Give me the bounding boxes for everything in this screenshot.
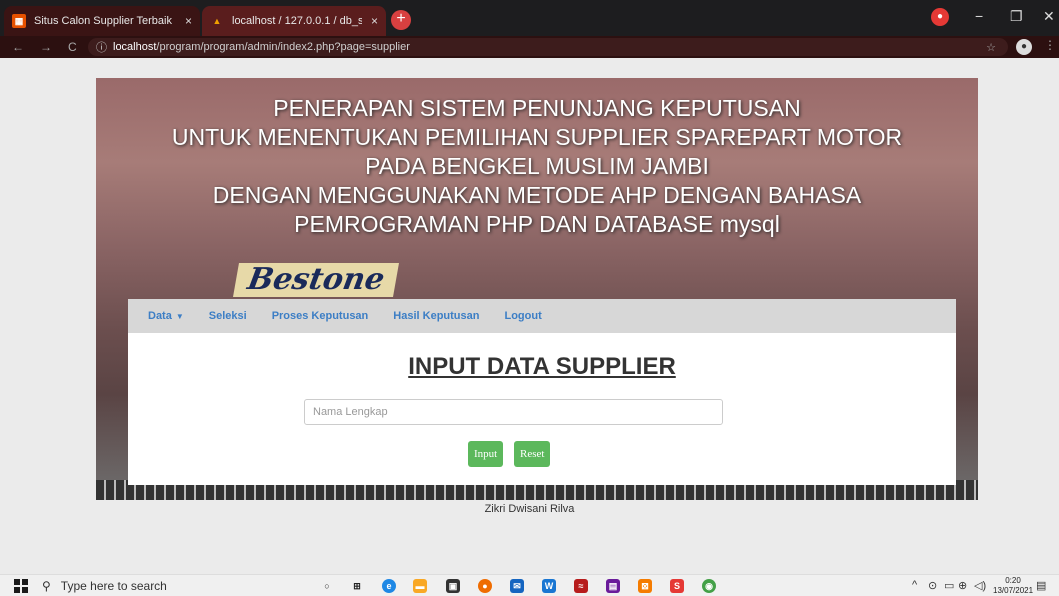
task-view-icon[interactable]: ⊞: [350, 579, 364, 593]
nav-data-dropdown[interactable]: Data ▼: [148, 310, 184, 322]
tab-phpmyadmin[interactable]: ▲ localhost / 127.0.0.1 / db_supplie ×: [202, 6, 386, 36]
volume-icon[interactable]: ◁): [974, 579, 986, 592]
app-icon[interactable]: ≈: [574, 579, 588, 593]
banner-title: PENERAPAN SISTEM PENUNJANG KEPUTUSAN UNT…: [96, 94, 978, 239]
file-explorer-icon[interactable]: ▬: [413, 579, 427, 593]
input-button[interactable]: Input: [468, 441, 504, 467]
battery-icon[interactable]: ▭: [944, 579, 954, 592]
winrar-icon[interactable]: ▤: [606, 579, 620, 593]
chrome-icon[interactable]: ◉: [702, 579, 716, 593]
firefox-icon[interactable]: ●: [478, 579, 492, 593]
browser-toolbar: ← → C ⓘ localhost /program/program/admin…: [0, 36, 1059, 58]
close-tab-icon[interactable]: ×: [371, 14, 378, 28]
url-host: localhost: [113, 41, 157, 53]
cortana-icon[interactable]: ○: [320, 579, 334, 593]
tab-title: localhost / 127.0.0.1 / db_supplie: [232, 15, 362, 27]
edge-icon[interactable]: e: [382, 579, 396, 593]
address-bar[interactable]: ⓘ localhost /program/program/admin/index…: [88, 38, 1008, 56]
search-icon: ⚲: [42, 579, 51, 593]
close-tab-icon[interactable]: ×: [185, 14, 192, 28]
back-icon[interactable]: ←: [12, 40, 28, 54]
close-window-button[interactable]: ✕: [1043, 8, 1055, 25]
reset-button[interactable]: Reset: [514, 441, 551, 467]
banner-background-logo: Bestone: [233, 262, 399, 297]
url-path: /program/program/admin/index2.php?page=s…: [156, 41, 410, 53]
banner-line: UNTUK MENENTUKAN PEMILIHAN SUPPLIER SPAR…: [171, 124, 903, 150]
windows-start-icon[interactable]: [14, 579, 28, 593]
phpmyadmin-favicon: ▲: [212, 16, 222, 26]
nav-proses-keputusan[interactable]: Proses Keputusan: [272, 310, 369, 322]
footer-author: Zikri Dwisani Rilva: [484, 503, 575, 515]
store-icon[interactable]: ▣: [446, 579, 460, 593]
bookmark-star-icon[interactable]: ☆: [986, 41, 996, 54]
banner-line: PADA BENGKEL MUSLIM JAMBI: [365, 153, 709, 179]
restore-button[interactable]: ❐: [1010, 8, 1023, 25]
profile-avatar-icon[interactable]: ●: [1016, 39, 1032, 55]
xampp-icon[interactable]: ⊠: [638, 579, 652, 593]
tab-situs-calon-supplier[interactable]: ▦ Situs Calon Supplier Terbaik ×: [4, 6, 200, 36]
new-tab-button[interactable]: +: [391, 10, 411, 30]
reload-icon[interactable]: C: [68, 40, 84, 54]
minimize-button[interactable]: −: [975, 8, 983, 24]
browser-tabstrip: ▦ Situs Calon Supplier Terbaik × ▲ local…: [0, 0, 1059, 36]
tray-chevron-icon[interactable]: ^: [912, 579, 917, 591]
forward-icon[interactable]: →: [40, 40, 56, 54]
tray-meet-icon[interactable]: ⊙: [928, 579, 937, 592]
word-icon[interactable]: W: [542, 579, 556, 593]
calendar-favicon: ▦: [12, 14, 26, 28]
search-placeholder: Type here to search: [60, 579, 167, 593]
banner-line: PENERAPAN SISTEM PENUNJANG KEPUTUSAN: [273, 95, 801, 121]
banner-line: PEMROGRAMAN PHP DAN DATABASE mysql: [294, 211, 780, 237]
banner-line: DENGAN MENGGUNAKAN METODE AHP DENGAN BAH…: [212, 182, 862, 208]
nama-lengkap-input[interactable]: [304, 399, 723, 425]
clock-date: 13/07/2021: [993, 586, 1034, 595]
extension-icon[interactable]: ●: [931, 8, 949, 26]
menu-kebab-icon[interactable]: ⋮: [1044, 38, 1056, 52]
form-panel: INPUT DATA SUPPLIER Input Reset: [128, 333, 956, 485]
tab-title: Situs Calon Supplier Terbaik: [34, 15, 172, 27]
caret-down-icon: ▼: [175, 312, 184, 321]
network-icon[interactable]: ⊕: [958, 579, 967, 592]
nav-seleksi[interactable]: Seleksi: [209, 310, 247, 322]
notifications-icon[interactable]: ▤: [1036, 579, 1046, 592]
taskbar-clock[interactable]: 0:20 13/07/2021: [993, 576, 1033, 596]
main-navbar: Data ▼ Seleksi Proses Keputusan Hasil Kep…: [128, 299, 956, 333]
mail-icon[interactable]: ✉: [510, 579, 524, 593]
taskbar-search[interactable]: ⚲ Type here to search: [42, 575, 288, 596]
page-title: INPUT DATA SUPPLIER: [408, 353, 676, 380]
nav-logout[interactable]: Logout: [504, 310, 541, 322]
clock-time: 0:20: [1005, 576, 1021, 585]
sublime-icon[interactable]: S: [670, 579, 684, 593]
info-icon[interactable]: ⓘ: [96, 39, 107, 55]
windows-taskbar: ⚲ Type here to search ○ ⊞ e ▬ ▣ ● ✉ W ≈ …: [0, 574, 1059, 596]
nav-hasil-keputusan[interactable]: Hasil Keputusan: [393, 310, 479, 322]
